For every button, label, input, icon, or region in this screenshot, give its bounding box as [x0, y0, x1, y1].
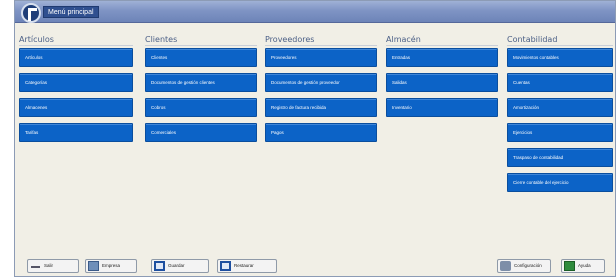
title-bar: Menú principal: [15, 1, 615, 23]
column-header-almacen: Almacén: [386, 35, 421, 44]
btn-salidas[interactable]: Salidas: [386, 73, 498, 92]
save-label: Guardar: [168, 263, 185, 268]
btn-documentos-proveedor[interactable]: Documentos de gestión proveedor: [265, 73, 377, 92]
btn-movimientos-contables[interactable]: Movimientos contables: [507, 48, 613, 67]
btn-categorias[interactable]: Categorías: [19, 73, 133, 92]
column-header-proveedores: Proveedores: [265, 35, 315, 44]
window-title: Menú principal: [43, 6, 99, 18]
btn-documentos-clientes[interactable]: Documentos de gestión clientes: [145, 73, 257, 92]
btn-almacenes[interactable]: Almacenes: [19, 98, 133, 117]
btn-comerciales[interactable]: Comerciales: [145, 123, 257, 142]
exit-label: Salir: [44, 263, 54, 268]
btn-cierre-contable[interactable]: Cierre contable del ejercicio: [507, 173, 613, 192]
config-icon: [500, 261, 511, 271]
divider: [507, 45, 613, 46]
btn-registro-factura[interactable]: Registro de factura recibida: [265, 98, 377, 117]
btn-pagos[interactable]: Pagos: [265, 123, 377, 142]
divider: [265, 45, 377, 46]
btn-tarifas[interactable]: Tarifas: [19, 123, 133, 142]
restore-disk-icon: [220, 261, 231, 271]
database-label: Empresa: [102, 263, 121, 268]
btn-ejercicios[interactable]: Ejercicios: [507, 123, 613, 142]
divider: [19, 45, 133, 46]
database-button[interactable]: Empresa: [85, 259, 137, 273]
btn-proveedores[interactable]: Proveedores: [265, 48, 377, 67]
btn-entradas[interactable]: Entradas: [386, 48, 498, 67]
btn-inventario[interactable]: Inventario: [386, 98, 498, 117]
column-header-clientes: Clientes: [145, 35, 178, 44]
divider: [145, 45, 257, 46]
column-header-contabilidad: Contabilidad: [507, 35, 558, 44]
config-button[interactable]: Configuración: [497, 259, 551, 273]
btn-amortizacion[interactable]: Amortización: [507, 98, 613, 117]
divider: [386, 45, 498, 46]
config-label: Configuración: [514, 263, 542, 268]
btn-articulos[interactable]: Artículos: [19, 48, 133, 67]
help-label: Ayuda: [578, 263, 591, 268]
database-icon: [88, 261, 99, 271]
restore-button[interactable]: Restaurar: [217, 259, 277, 273]
btn-clientes[interactable]: Clientes: [145, 48, 257, 67]
help-icon: [564, 261, 575, 271]
main-menu-window: Menú principal Artículos Clientes Provee…: [14, 0, 616, 277]
help-button[interactable]: Ayuda: [561, 259, 605, 273]
save-button[interactable]: Guardar: [151, 259, 209, 273]
column-header-articulos: Artículos: [19, 35, 54, 44]
restore-label: Restaurar: [234, 263, 254, 268]
app-logo-icon: [21, 3, 41, 23]
save-disk-icon: [154, 261, 165, 271]
btn-traspaso-contabilidad[interactable]: Traspaso de contabilidad: [507, 148, 613, 167]
btn-cobros[interactable]: Cobros: [145, 98, 257, 117]
exit-icon: [31, 266, 40, 268]
exit-button[interactable]: Salir: [27, 259, 79, 273]
btn-cuentas[interactable]: Cuentas: [507, 73, 613, 92]
